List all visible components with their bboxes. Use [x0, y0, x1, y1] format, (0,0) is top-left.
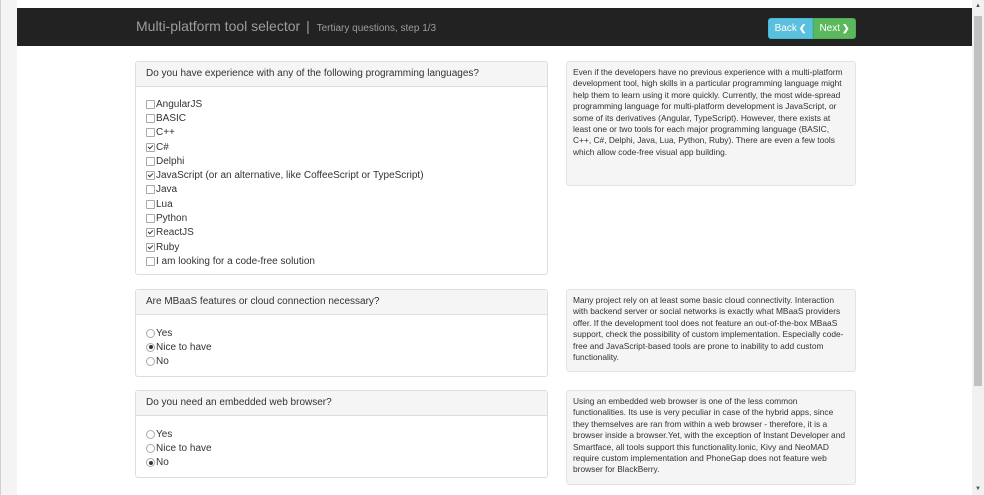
title-separator: |: [306, 18, 310, 34]
checkbox[interactable]: [146, 214, 155, 224]
chevron-right-icon: ❯: [842, 23, 850, 33]
option-label: Delphi: [156, 155, 185, 167]
option-label: Java: [156, 184, 178, 196]
option-label: JavaScript (or an alternative, like Coff…: [156, 170, 424, 182]
option-csharp[interactable]: C#: [146, 140, 547, 154]
navbar: Multi-platform tool selector | Tertiary …: [17, 8, 973, 46]
question-panel-languages: Do you have experience with any of the f…: [135, 61, 548, 275]
option-code-free[interactable]: I am looking for a code-free solution: [146, 254, 547, 268]
scroll-down-arrow-icon[interactable]: ▼: [972, 483, 984, 495]
question-title: Do you need an embedded web browser?: [136, 391, 547, 416]
scrollbar-thumb[interactable]: [974, 16, 982, 386]
option-label: C++: [156, 127, 175, 139]
option-label: ReactJS: [156, 227, 194, 239]
question-title: Are MBaaS features or cloud connection n…: [136, 290, 547, 315]
option-java[interactable]: Java: [146, 183, 547, 197]
options-list: Yes Nice to have No: [136, 315, 547, 369]
question-panel-web-browser: Do you need an embedded web browser? Yes…: [135, 390, 548, 478]
option-label: C#: [156, 141, 169, 153]
option-label: Lua: [156, 198, 173, 210]
checkbox[interactable]: [146, 99, 155, 109]
radio[interactable]: [146, 443, 155, 453]
checkbox-checked[interactable]: [146, 171, 155, 181]
next-button[interactable]: Next ❯: [813, 18, 856, 39]
back-button[interactable]: Back ❮: [768, 18, 813, 39]
info-languages: Even if the developers have no previous …: [566, 61, 856, 186]
option-python[interactable]: Python: [146, 211, 547, 225]
option-angularjs[interactable]: AngularJS: [146, 97, 547, 111]
checkbox[interactable]: [146, 113, 155, 123]
option-yes[interactable]: Yes: [146, 427, 547, 441]
option-no[interactable]: No: [146, 355, 547, 369]
checkbox[interactable]: [146, 185, 155, 195]
option-label: BASIC: [156, 112, 187, 124]
checkbox[interactable]: [146, 256, 155, 266]
radio[interactable]: [146, 328, 155, 338]
option-yes[interactable]: Yes: [146, 326, 547, 340]
page-title: Multi-platform tool selector: [136, 18, 301, 34]
checkbox[interactable]: [146, 156, 155, 166]
page-subtitle: Tertiary questions, step 1/3: [316, 23, 437, 34]
options-list: Yes Nice to have No: [136, 416, 547, 470]
info-web-browser: Using an embedded web browser is one of …: [566, 390, 856, 485]
option-delphi[interactable]: Delphi: [146, 154, 547, 168]
option-label: Python: [156, 213, 188, 225]
back-label: Back: [774, 23, 797, 34]
checkbox-checked[interactable]: [146, 242, 155, 252]
option-label: Yes: [156, 327, 173, 339]
option-label: No: [156, 457, 169, 469]
checkbox-checked[interactable]: [146, 142, 155, 152]
checkbox-checked[interactable]: [146, 228, 155, 238]
chevron-left-icon: ❮: [798, 23, 807, 33]
option-javascript[interactable]: JavaScript (or an alternative, like Coff…: [146, 168, 547, 182]
checkbox[interactable]: [146, 128, 155, 138]
option-basic[interactable]: BASIC: [146, 111, 547, 125]
option-nice-to-have[interactable]: Nice to have: [146, 441, 547, 455]
radio[interactable]: [146, 429, 155, 439]
option-ruby[interactable]: Ruby: [146, 240, 547, 254]
page: Multi-platform tool selector | Tertiary …: [17, 0, 973, 495]
radio[interactable]: [146, 357, 155, 367]
checkbox[interactable]: [146, 199, 155, 209]
option-label: Nice to have: [156, 341, 212, 353]
option-no[interactable]: No: [146, 456, 547, 470]
option-label: AngularJS: [156, 98, 203, 110]
option-label: No: [156, 356, 169, 368]
vertical-scrollbar[interactable]: ▲ ▼: [972, 0, 984, 495]
radio-selected[interactable]: [146, 342, 155, 352]
scroll-up-arrow-icon[interactable]: ▲: [972, 0, 984, 12]
option-label: Yes: [156, 428, 173, 440]
option-nice-to-have[interactable]: Nice to have: [146, 340, 547, 354]
option-cpp[interactable]: C++: [146, 126, 547, 140]
brand: Multi-platform tool selector | Tertiary …: [136, 18, 436, 34]
option-label: I am looking for a code-free solution: [156, 255, 315, 267]
option-label: Nice to have: [156, 442, 212, 454]
next-label: Next: [819, 23, 840, 34]
option-reactjs[interactable]: ReactJS: [146, 226, 547, 240]
options-list: AngularJS BASIC C++ C# Delphi JavaScript…: [136, 87, 547, 269]
info-mbaas: Many project rely on at least some basic…: [566, 289, 856, 372]
radio-selected[interactable]: [146, 458, 155, 468]
question-title: Do you have experience with any of the f…: [136, 62, 547, 87]
option-lua[interactable]: Lua: [146, 197, 547, 211]
question-panel-mbaas: Are MBaaS features or cloud connection n…: [135, 289, 548, 377]
browser-viewport: Multi-platform tool selector | Tertiary …: [0, 0, 973, 495]
option-label: Ruby: [156, 241, 180, 253]
